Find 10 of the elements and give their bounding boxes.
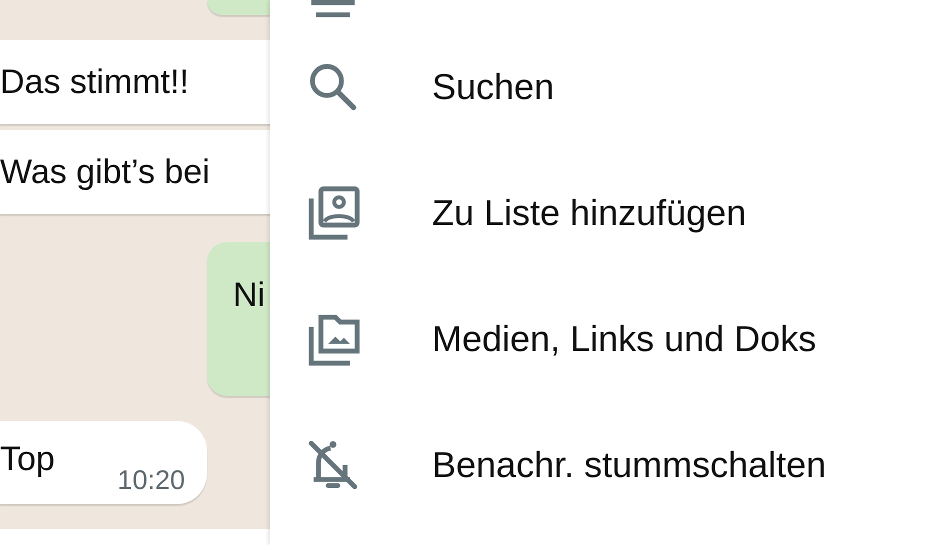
menu-item[interactable]: Suchen xyxy=(432,66,554,108)
message-text: Top xyxy=(0,440,55,479)
menu-item[interactable]: Benachr. stummschalten xyxy=(432,444,826,486)
message-text: Das stimmt!! xyxy=(0,62,189,102)
menu-item[interactable]: Medien, Links und Doks xyxy=(432,318,816,360)
message-text: Ni xyxy=(233,276,266,315)
menu-item[interactable]: Zu Liste hinzufügen xyxy=(432,192,746,234)
message-time: 10:20 xyxy=(117,465,185,496)
message-text: Was gibt’s bei xyxy=(0,152,210,192)
message-bubble xyxy=(207,0,270,15)
